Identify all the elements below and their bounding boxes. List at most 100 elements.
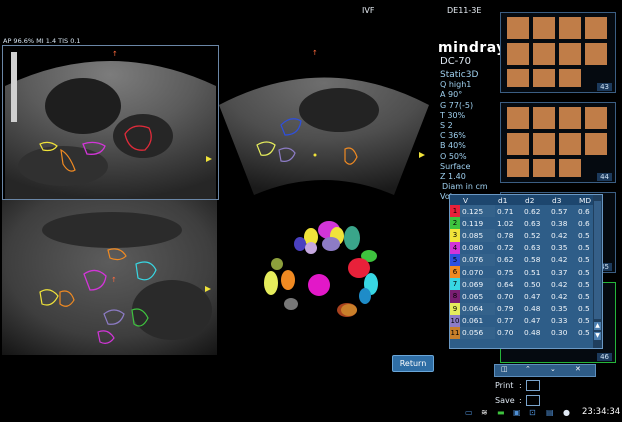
parameter-line: C 36%: [440, 131, 466, 141]
mode-label: Static3D: [440, 70, 479, 80]
page-down-icon[interactable]: ⌄: [550, 365, 556, 373]
parameter-line: Diam in cm: [442, 182, 488, 192]
cell-v: 0.080: [462, 243, 484, 253]
view-plane-a[interactable]: ↑: [2, 45, 219, 200]
col-d3: d3: [549, 195, 576, 205]
table-row[interactable]: 2 0.119 1.02 0.63 0.38 0.6: [450, 217, 599, 230]
cell-v: 0.069: [460, 278, 495, 290]
thumbnail-number: 44: [597, 173, 612, 181]
scroll-down-icon[interactable]: ▼: [594, 332, 601, 340]
cell-d3: 0.42: [551, 291, 568, 301]
print-icon[interactable]: [526, 380, 540, 391]
thumbnail-number: 46: [597, 353, 612, 361]
color-swatch: 4: [450, 241, 460, 254]
parameter-line: T 30%: [440, 110, 466, 120]
cell-d1: 0.77: [497, 316, 514, 326]
color-swatch: 6: [450, 265, 460, 279]
table-row[interactable]: 11 0.056 0.70 0.48 0.30 0.5: [450, 326, 599, 340]
cell-d3: 0.42: [551, 230, 568, 240]
color-swatch: 2: [450, 217, 460, 230]
cell-v: 0.065: [462, 291, 484, 301]
thumbnail[interactable]: 43: [500, 12, 616, 93]
parameter-line: S 2: [440, 121, 453, 131]
system-clock: 23:34:34: [582, 407, 621, 417]
volume-measurement-table: V d1 d2 d3 MD 1 0.125 0.71 0.62 0.57 0.6 2 0.11…: [449, 194, 603, 349]
thumbnail[interactable]: 44: [500, 102, 616, 183]
svg-text:↑: ↑: [312, 49, 318, 57]
cell-d1: 0.62: [497, 255, 514, 265]
cell-d2: 0.58: [524, 255, 541, 265]
color-swatch: 8: [450, 290, 460, 303]
close-icon[interactable]: ✕: [575, 365, 581, 373]
return-button[interactable]: Return: [392, 355, 434, 372]
view-plane-c[interactable]: ↑: [2, 200, 217, 355]
cell-d1: 1.02: [497, 218, 514, 228]
table-row[interactable]: 4 0.080 0.72 0.63 0.35 0.5: [450, 241, 599, 254]
cell-v: 0.056: [460, 327, 495, 339]
help-icon: ●: [563, 408, 570, 417]
cell-d3: 0.35: [551, 243, 568, 253]
cell-d3: 0.42: [551, 255, 568, 265]
imaging-parameters: Static3D Q high1 A 90° G 77(-5) T 30% S 2C 3…: [440, 70, 488, 203]
table-row[interactable]: 9 0.064 0.79 0.48 0.35 0.5: [450, 302, 599, 315]
cell-v: 0.061: [462, 316, 484, 326]
cell-d1: 0.70: [497, 291, 514, 301]
parameter-line: B 40%: [440, 141, 466, 151]
color-swatch: 5: [450, 253, 460, 266]
cell-d2: 0.47: [524, 316, 541, 326]
probe-name: DE11-3E: [447, 6, 482, 15]
cell-v: 0.064: [460, 303, 495, 315]
layout-icon[interactable]: ◫: [501, 365, 508, 373]
parameter-line: G 77(-5): [440, 100, 474, 110]
cell-d1: 0.72: [497, 243, 514, 253]
cell-d3: 0.33: [551, 316, 568, 326]
svg-text:↑: ↑: [112, 50, 118, 58]
cell-d2: 0.47: [524, 291, 541, 301]
thumbnail-navigation: ◫ ⌃ ⌄ ✕: [494, 364, 596, 377]
cell-d2: 0.48: [524, 328, 541, 338]
parameter-line: Surface: [440, 161, 471, 171]
cell-v: 0.085: [460, 229, 495, 241]
color-swatch: 9: [450, 302, 460, 315]
table-row[interactable]: 6 0.070 0.75 0.51 0.37 0.5: [450, 265, 599, 279]
volume-render[interactable]: [219, 200, 429, 355]
cell-d1: 0.70: [497, 328, 514, 338]
save-icon[interactable]: [526, 395, 540, 406]
color-swatch: 1: [450, 205, 460, 218]
acoustic-output: AP 96.6% MI 1.4 TIS 0.1: [3, 37, 81, 45]
cell-d2: 0.51: [524, 267, 541, 277]
cell-d1: 0.64: [497, 279, 514, 289]
system-model: DC-70: [440, 56, 472, 67]
color-swatch: 3: [450, 229, 460, 242]
cell-v: 0.119: [462, 218, 484, 228]
save-label: Save: [495, 396, 515, 405]
parameter-line: Q high1: [440, 80, 472, 90]
cell-d2: 0.62: [524, 206, 541, 216]
table-row[interactable]: 1 0.125 0.71 0.62 0.57 0.6: [450, 205, 599, 218]
cell-d3: 0.42: [551, 279, 568, 289]
col-d2: d2: [522, 195, 549, 205]
cell-d3: 0.37: [551, 267, 568, 277]
col-d1: d1: [495, 195, 522, 205]
cell-d3: 0.57: [551, 206, 568, 216]
cell-d3: 0.35: [551, 304, 568, 314]
page-up-icon[interactable]: ⌃: [525, 365, 531, 373]
table-scrollbar[interactable]: ▲ ▼: [593, 195, 602, 348]
color-swatch: 10: [450, 314, 460, 327]
table-row[interactable]: 7 0.069 0.64 0.50 0.42 0.5: [450, 278, 599, 291]
table-row[interactable]: 10 0.061 0.77 0.47 0.33 0.5: [450, 314, 599, 327]
cell-v: 0.125: [460, 205, 495, 217]
cell-d3: 0.30: [551, 328, 568, 338]
scroll-up-icon[interactable]: ▲: [594, 322, 601, 330]
cell-d2: 0.52: [524, 230, 541, 240]
cell-d3: 0.38: [551, 218, 568, 228]
usb-icon: ⊡: [529, 408, 536, 417]
cell-d1: 0.75: [497, 267, 514, 277]
view-plane-b[interactable]: ↑: [219, 45, 429, 198]
table-row[interactable]: 8 0.065 0.70 0.47 0.42 0.5: [450, 290, 599, 303]
parameter-line: Z 1.40: [440, 172, 466, 182]
table-row[interactable]: 3 0.085 0.78 0.52 0.42 0.5: [450, 229, 599, 242]
table-row[interactable]: 5 0.076 0.62 0.58 0.42 0.5: [450, 253, 599, 266]
print-label: Print: [495, 381, 514, 390]
cell-d1: 0.71: [497, 206, 514, 216]
